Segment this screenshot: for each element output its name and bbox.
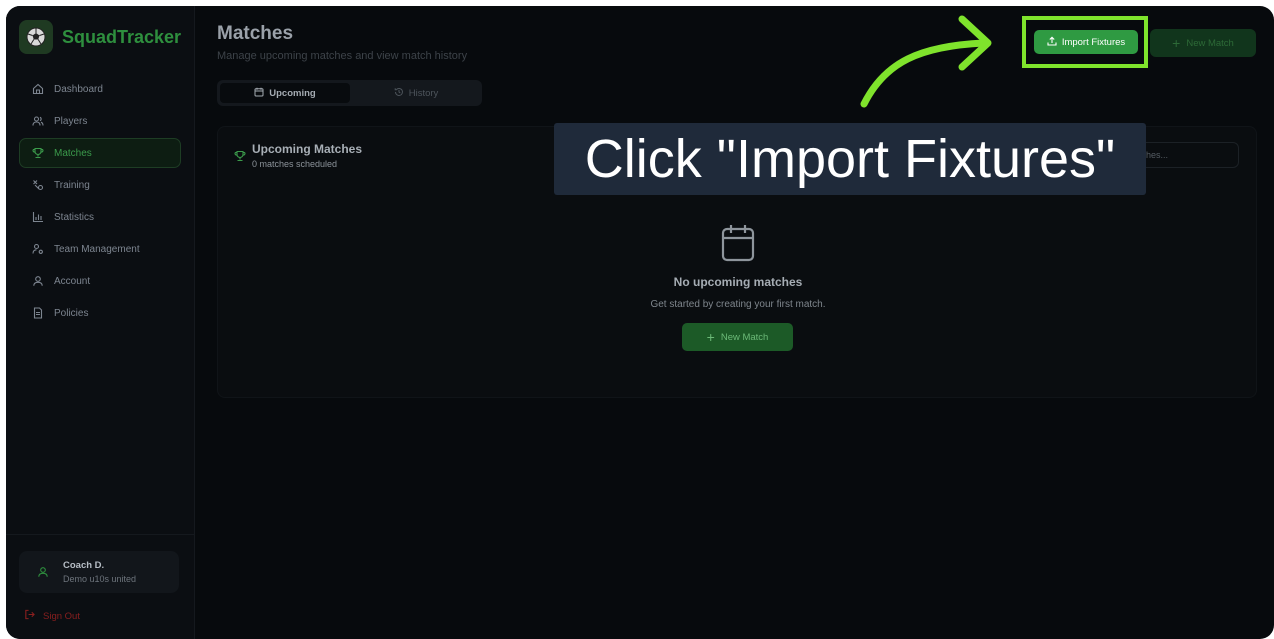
sidebar-item-label: Statistics (54, 211, 95, 223)
sidebar-item-players[interactable]: Players (19, 106, 181, 136)
page-title: Matches (217, 23, 294, 44)
sidebar-item-dashboard[interactable]: Dashboard (19, 74, 181, 104)
tab-history[interactable]: History (353, 83, 479, 103)
app-window: SquadTracker Dashboard Players Matches T… (6, 6, 1274, 639)
training-icon (32, 178, 46, 192)
sidebar-item-label: Policies (54, 307, 89, 319)
sign-out-button[interactable]: Sign Out (24, 609, 80, 623)
sidebar-item-label: Training (54, 179, 90, 191)
user-icon (33, 566, 53, 578)
empty-new-match-label: New Match (720, 331, 769, 343)
sidebar-item-team-management[interactable]: Team Management (19, 234, 181, 264)
tab-label: Upcoming (269, 87, 316, 99)
sidebar-item-label: Players (54, 115, 88, 127)
sidebar-nav: Dashboard Players Matches Training Stati… (19, 74, 181, 330)
user-icon (32, 274, 46, 288)
new-match-label: New Match (1186, 37, 1234, 49)
sign-out-label: Sign Out (43, 610, 80, 622)
plus-icon: + (1172, 35, 1181, 51)
soccer-ball-icon (19, 20, 53, 54)
calendar-icon (720, 223, 756, 268)
document-icon (32, 306, 46, 320)
match-tabs: Upcoming History (217, 80, 482, 106)
sidebar-item-matches[interactable]: Matches (19, 138, 181, 168)
tab-upcoming[interactable]: Upcoming (220, 83, 350, 103)
sidebar: SquadTracker Dashboard Players Matches T… (6, 6, 195, 639)
user-card[interactable]: Coach D. Demo u10s united (19, 551, 179, 593)
app-name: SquadTracker (62, 26, 182, 47)
logout-icon (24, 609, 35, 623)
sidebar-item-label: Account (54, 275, 91, 287)
tab-label: History (408, 87, 439, 99)
sidebar-item-label: Dashboard (54, 83, 103, 95)
page-subtitle: Manage upcoming matches and view match h… (217, 50, 468, 62)
sidebar-item-statistics[interactable]: Statistics (19, 202, 181, 232)
empty-state-subtitle: Get started by creating your first match… (650, 299, 826, 310)
history-icon (394, 87, 409, 100)
trophy-icon (234, 149, 246, 167)
user-team: Demo u10s united (63, 574, 137, 584)
sidebar-item-account[interactable]: Account (19, 266, 181, 296)
highlight-box (1022, 16, 1148, 68)
app-logo[interactable]: SquadTracker (19, 20, 181, 54)
plus-icon: + (706, 329, 715, 345)
sidebar-item-training[interactable]: Training (19, 170, 181, 200)
instruction-callout: Click "Import Fixtures" (554, 123, 1146, 195)
panel-title: Upcoming Matches (252, 142, 363, 156)
empty-new-match-button[interactable]: + New Match (682, 323, 793, 351)
panel-subtitle: 0 matches scheduled (252, 159, 338, 169)
sidebar-item-label: Matches (54, 147, 92, 159)
sidebar-item-label: Team Management (54, 243, 140, 255)
sidebar-item-policies[interactable]: Policies (19, 298, 181, 328)
bar-chart-icon (32, 210, 46, 224)
user-cog-icon (32, 242, 46, 256)
calendar-icon (254, 87, 269, 100)
trophy-icon (32, 146, 46, 160)
new-match-button[interactable]: + New Match (1150, 29, 1256, 57)
users-icon (32, 114, 46, 128)
empty-state-title: No upcoming matches (673, 275, 803, 289)
home-icon (32, 82, 46, 96)
user-name: Coach D. (63, 560, 105, 571)
sidebar-divider (6, 534, 194, 535)
